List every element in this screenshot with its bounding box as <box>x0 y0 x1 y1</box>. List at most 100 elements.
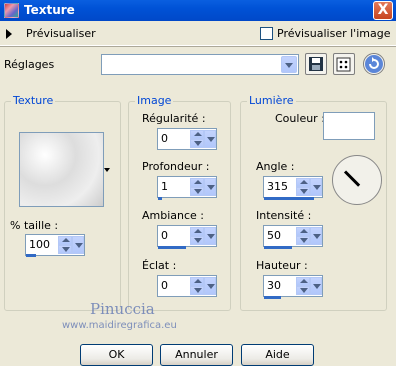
height-value[interactable]: 30 <box>267 279 281 292</box>
intensity-up-button[interactable] <box>296 227 310 236</box>
angle-value[interactable]: 315 <box>267 180 288 193</box>
depth-level-bar <box>158 197 162 200</box>
regularity-up-button[interactable] <box>190 130 204 139</box>
random-button[interactable] <box>333 53 355 75</box>
regularity-spinner[interactable]: 0 <box>157 128 217 150</box>
dice-icon <box>336 57 351 72</box>
chevron-up-icon <box>194 180 202 184</box>
preview-image-checkbox[interactable] <box>260 27 273 40</box>
chevron-down-icon <box>207 137 215 142</box>
chevron-down-icon <box>285 63 293 68</box>
ambiance-spinner[interactable]: 0 <box>157 225 217 247</box>
intensity-dropdown-button[interactable] <box>310 227 322 245</box>
texture-swatch[interactable] <box>19 132 104 207</box>
image-group-title: Image <box>135 94 174 107</box>
angle-level-bar <box>264 197 314 200</box>
chevron-down-icon <box>207 185 215 190</box>
height-spinner[interactable]: 30 <box>263 275 323 297</box>
depth-up-button[interactable] <box>190 178 204 187</box>
chevron-up-icon <box>300 180 308 184</box>
chevron-down-icon <box>194 141 202 146</box>
title-bar: Texture X <box>0 0 396 21</box>
angle-dial[interactable] <box>332 155 382 205</box>
height-up-button[interactable] <box>296 277 310 286</box>
angle-label: Angle : <box>256 160 295 173</box>
intensity-down-button[interactable] <box>296 236 310 245</box>
height-label: Hauteur : <box>256 259 308 272</box>
floppy-disk-icon <box>309 57 323 71</box>
expand-triangle-icon[interactable] <box>6 29 12 39</box>
size-spinner[interactable]: 100 <box>25 234 85 256</box>
intensity-label: Intensité : <box>256 209 312 222</box>
chevron-down-icon <box>207 284 215 289</box>
color-label: Couleur : <box>275 112 325 125</box>
glow-dropdown-button[interactable] <box>204 277 216 295</box>
size-dropdown-button[interactable] <box>72 236 84 254</box>
angle-spinner[interactable]: 315 <box>263 176 323 198</box>
regularity-dropdown-button[interactable] <box>204 130 216 148</box>
texture-group-title: Texture <box>11 94 56 107</box>
chevron-up-icon <box>300 279 308 283</box>
ambiance-value[interactable]: 0 <box>161 229 168 242</box>
preview-image-label[interactable]: Prévisualiser l'image <box>277 27 390 40</box>
regularity-value[interactable]: 0 <box>161 132 168 145</box>
depth-down-button[interactable] <box>190 187 204 196</box>
chevron-down-icon <box>75 243 83 248</box>
save-preset-button[interactable] <box>305 53 327 75</box>
chevron-down-icon <box>207 234 215 239</box>
intensity-spinner[interactable]: 50 <box>263 225 323 247</box>
height-level-bar <box>264 296 281 299</box>
preview-row: Prévisualiser Prévisualiser l'image <box>0 22 396 46</box>
size-label: % taille : <box>10 219 59 232</box>
size-up-button[interactable] <box>58 236 72 245</box>
chevron-down-icon <box>313 234 321 239</box>
ambiance-label: Ambiance : <box>142 209 205 222</box>
light-group-title: Lumière <box>247 94 296 107</box>
chevron-up-icon <box>300 229 308 233</box>
size-value[interactable]: 100 <box>29 238 50 251</box>
depth-dropdown-button[interactable] <box>204 178 216 196</box>
dial-needle-icon <box>343 170 361 187</box>
texture-dropdown-icon[interactable] <box>104 168 110 172</box>
light-color-swatch[interactable] <box>323 112 375 140</box>
settings-combobox[interactable] <box>101 54 299 75</box>
chevron-down-icon <box>300 288 308 293</box>
intensity-value[interactable]: 50 <box>267 229 281 242</box>
angle-up-button[interactable] <box>296 178 310 187</box>
reset-arrow-icon <box>365 55 383 73</box>
chevron-down-icon <box>300 189 308 194</box>
size-level-bar <box>26 254 36 257</box>
ambiance-up-button[interactable] <box>190 227 204 236</box>
chevron-down-icon <box>313 185 321 190</box>
chevron-down-icon <box>300 238 308 243</box>
depth-label: Profondeur : <box>142 160 210 173</box>
close-button[interactable]: X <box>373 1 393 20</box>
glow-down-button[interactable] <box>190 286 204 295</box>
app-icon <box>4 3 19 18</box>
regularity-label: Régularité : <box>142 112 206 125</box>
depth-value[interactable]: 1 <box>161 180 168 193</box>
chevron-down-icon <box>194 288 202 293</box>
ambiance-dropdown-button[interactable] <box>204 227 216 245</box>
reset-button[interactable] <box>363 53 385 75</box>
window-title: Texture <box>24 3 75 17</box>
depth-spinner[interactable]: 1 <box>157 176 217 198</box>
ambiance-down-button[interactable] <box>190 236 204 245</box>
angle-down-button[interactable] <box>296 187 310 196</box>
size-down-button[interactable] <box>58 245 72 254</box>
chevron-up-icon <box>194 229 202 233</box>
glow-label: Éclat : <box>142 259 177 272</box>
settings-label: Réglages <box>4 58 55 71</box>
glow-value[interactable]: 0 <box>161 279 168 292</box>
glow-up-button[interactable] <box>190 277 204 286</box>
height-down-button[interactable] <box>296 286 310 295</box>
chevron-down-icon <box>194 189 202 194</box>
regularity-down-button[interactable] <box>190 139 204 148</box>
ambiance-level-bar <box>158 246 186 249</box>
preview-label[interactable]: Prévisualiser <box>26 27 96 40</box>
height-dropdown-button[interactable] <box>310 277 322 295</box>
glow-spinner[interactable]: 0 <box>157 275 217 297</box>
angle-dropdown-button[interactable] <box>310 178 322 196</box>
settings-dropdown-button[interactable] <box>281 56 297 73</box>
chevron-down-icon <box>62 247 70 252</box>
